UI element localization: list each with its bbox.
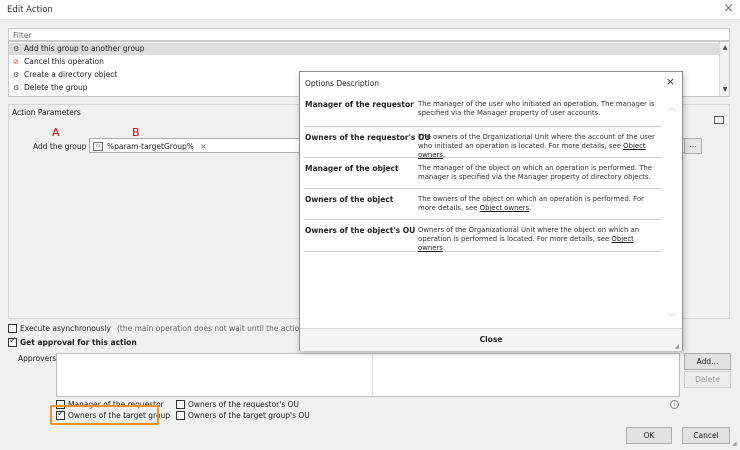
window-close-button[interactable]: × bbox=[723, 2, 734, 16]
object-owners-link[interactable]: Object owners bbox=[480, 204, 530, 212]
delete-approver-button[interactable]: Delete bbox=[684, 371, 731, 388]
approvers-list[interactable] bbox=[56, 353, 680, 397]
execute-async-checkbox[interactable] bbox=[8, 324, 17, 333]
target-group-value: %param-targetGroup% bbox=[107, 141, 194, 151]
action-parameters-heading: Action Parameters bbox=[12, 108, 81, 117]
title-bar: Edit Action × bbox=[0, 0, 740, 20]
list-item-cancel-operation[interactable]: ⊘ Cancel this operation bbox=[9, 56, 720, 68]
resize-grip-icon[interactable]: ◢ bbox=[732, 440, 737, 447]
approvers-column-divider bbox=[372, 354, 373, 396]
option-row: Manager of the requestor The manager of … bbox=[304, 94, 662, 127]
filter-input[interactable]: Filter bbox=[8, 28, 730, 41]
browse-button[interactable]: ... bbox=[684, 138, 702, 154]
option-term: Owners of the requestor's OU bbox=[305, 133, 431, 142]
remove-chip-icon[interactable]: × bbox=[200, 142, 207, 151]
option-description: The owners of the object on which an ope… bbox=[418, 195, 644, 212]
dialog-close-button[interactable]: Close bbox=[480, 335, 503, 344]
option-row: Owners of the object's OU Owners of the … bbox=[304, 220, 662, 252]
gear-icon: ⚙ bbox=[13, 84, 20, 92]
owners-target-group-ou-checkbox[interactable] bbox=[176, 411, 185, 420]
option-term: Manager of the requestor bbox=[305, 100, 414, 109]
scroll-down-arrow-icon[interactable]: ▼ bbox=[720, 86, 729, 93]
option-term: Owners of the object's OU bbox=[305, 226, 416, 235]
group-object-icon: ▭ bbox=[93, 141, 103, 151]
option-row: Manager of the object The manager of the… bbox=[304, 158, 662, 189]
approver-option-owners-target-group-ou[interactable]: Owners of the target group's OU bbox=[176, 411, 310, 420]
annotation-marker-a: A bbox=[52, 126, 60, 139]
approval-checkbox[interactable] bbox=[8, 336, 17, 347]
option-term: Owners of the object bbox=[305, 195, 394, 204]
list-scrollbar[interactable]: ▲ ▼ bbox=[719, 42, 729, 96]
list-item-label: Delete the group bbox=[24, 83, 88, 92]
add-approver-button[interactable]: Add... bbox=[684, 353, 731, 370]
target-group-chip[interactable]: ▭ %param-targetGroup% × bbox=[93, 140, 207, 152]
ok-button[interactable]: OK bbox=[626, 427, 672, 444]
option-term: Manager of the object bbox=[305, 164, 399, 173]
list-item-add-to-group[interactable]: ⚙ Add this group to another group bbox=[9, 43, 720, 55]
options-description-dialog: Options Description × Manager of the req… bbox=[299, 71, 683, 351]
owners-target-group-ou-label: Owners of the target group's OU bbox=[188, 411, 310, 420]
dialog-resize-grip-icon[interactable]: ◢ bbox=[674, 343, 679, 350]
scroll-up-arrow-icon[interactable]: ▲ bbox=[720, 44, 729, 51]
list-item-label: Cancel this operation bbox=[24, 57, 104, 66]
dialog-close-icon[interactable]: × bbox=[666, 75, 675, 88]
highlight-frame bbox=[50, 405, 159, 425]
option-description: The manager of the user who initiated an… bbox=[418, 100, 655, 117]
gear-icon: ⚙ bbox=[13, 71, 20, 79]
list-item-label: Create a directory object bbox=[24, 70, 118, 79]
dialog-title: Options Description bbox=[305, 79, 380, 88]
option-description: The owners of the Organizational Unit wh… bbox=[418, 133, 655, 159]
add-group-to-label: Add the group to bbox=[33, 142, 97, 151]
info-icon[interactable]: i bbox=[670, 400, 679, 409]
approver-option-owners-requestor-ou[interactable]: Owners of the requestor's OU bbox=[176, 400, 299, 409]
approvers-label: Approvers: bbox=[18, 354, 59, 363]
cancel-icon: ⊘ bbox=[13, 58, 19, 66]
dialog-scroll-up-icon[interactable]: ︿ bbox=[668, 102, 676, 113]
window-title: Edit Action bbox=[7, 5, 53, 15]
option-row: Owners of the requestor's OU The owners … bbox=[304, 127, 662, 159]
approval-row[interactable]: Get approval for this action bbox=[8, 336, 137, 347]
option-description: Owners of the Organizational Unit where … bbox=[418, 226, 640, 252]
option-description: The manager of the object on which an op… bbox=[418, 164, 653, 181]
list-item-label: Add this group to another group bbox=[24, 44, 145, 53]
options-table: Manager of the requestor The manager of … bbox=[304, 94, 662, 252]
dialog-scroll-down-icon[interactable]: ﹀ bbox=[668, 312, 676, 323]
gear-icon: ⚙ bbox=[13, 45, 20, 53]
owners-requestor-ou-checkbox[interactable] bbox=[176, 400, 185, 409]
cancel-button[interactable]: Cancel bbox=[682, 427, 730, 444]
window-icon[interactable] bbox=[714, 116, 724, 124]
approval-label: Get approval for this action bbox=[20, 338, 137, 347]
owners-requestor-ou-label: Owners of the requestor's OU bbox=[188, 400, 300, 409]
execute-async-label: Execute asynchronously bbox=[20, 324, 111, 333]
option-row: Owners of the object The owners of the o… bbox=[304, 189, 662, 220]
dialog-footer: Close ◢ bbox=[300, 328, 682, 351]
